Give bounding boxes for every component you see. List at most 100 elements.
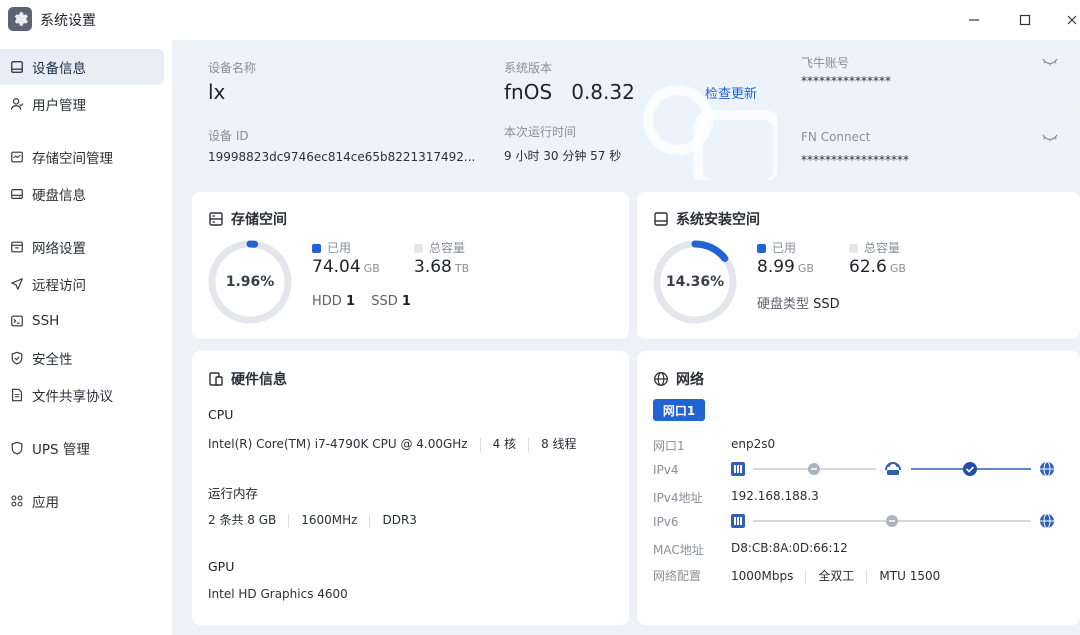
sidebar-item-label: 硬盘信息 — [32, 188, 86, 204]
system-disk-title: 系统安装空间 — [653, 209, 760, 229]
system-disk-type: 硬盘类型 SSD — [757, 297, 840, 312]
minimize-button[interactable] — [962, 8, 986, 32]
fn-connect-label: FN Connect — [801, 130, 871, 144]
eye-hidden-icon[interactable] — [1042, 133, 1058, 143]
gpu-label: GPU — [208, 559, 235, 574]
ipv6-label: IPv6 — [653, 515, 679, 529]
send-icon — [11, 278, 23, 290]
disk-icon — [11, 189, 23, 199]
device-name: lx — [208, 80, 226, 104]
shield-icon — [11, 351, 23, 365]
network-config-label: 网络配置 — [653, 569, 702, 583]
mac-label: MAC地址 — [653, 543, 704, 557]
storage-used-value: 74.04 GB — [312, 257, 380, 277]
sidebar-item-label: 远程访问 — [32, 278, 86, 294]
gpu-info: Intel HD Graphics 4600 — [208, 587, 348, 601]
sidebar-item-label: 设备信息 — [32, 61, 86, 77]
main-content: 设备名称 lx 设备 ID 19998823dc9746ec814ce65b82… — [172, 40, 1080, 635]
sidebar-item-device-info[interactable]: 设备信息 — [0, 49, 164, 85]
device-name-label: 设备名称 — [208, 61, 257, 75]
sidebar-item-label: SSH — [32, 313, 60, 329]
close-icon — [1067, 15, 1077, 25]
storage-title: 存储空间 — [208, 209, 287, 229]
devices-icon — [209, 372, 223, 386]
monitor-icon — [11, 61, 23, 73]
feiniu-account-label: 飞牛账号 — [801, 56, 850, 70]
fn-connect-value: ****************** — [801, 153, 909, 167]
apps-icon — [11, 495, 23, 507]
disk-icon — [654, 212, 668, 226]
system-version-label: 系统版本 — [504, 61, 553, 75]
storage-total-legend: 总容量 — [414, 239, 465, 256]
system-disk-used-legend: 已用 — [757, 239, 796, 256]
device-id: 19998823dc9746ec814ce65b8221317492... — [208, 150, 476, 164]
system-version: fnOS 0.8.32 — [504, 80, 635, 104]
eye-hidden-icon[interactable] — [1042, 57, 1058, 67]
sidebar: 设备信息 用户管理 存储空间管理 硬盘信息 网络设置 远程访问 SSH 安全性 … — [0, 40, 172, 635]
hardware-title-text: 硬件信息 — [231, 372, 287, 388]
gear-icon — [8, 7, 32, 31]
memory-label: 运行内存 — [208, 486, 259, 501]
sidebar-item-ssh[interactable]: SSH — [0, 303, 164, 339]
maximize-button[interactable] — [1013, 8, 1037, 32]
network-title: 网络 — [653, 369, 704, 389]
sidebar-item-label: 文件共享协议 — [32, 389, 113, 405]
storage-card: 存储空间 1.96% 已用 74.04 GB 总容量 3.68 TB HDD 1 S… — [192, 192, 629, 339]
fn-connect-card: FN Connect ****************** — [786, 115, 1080, 180]
system-disk-card: 系统安装空间 14.36% 已用 8.99 GB 总容量 62.6 GB 硬盘类型 … — [637, 192, 1080, 339]
maximize-icon — [1019, 14, 1031, 26]
storage-total-value: 3.68 TB — [414, 257, 470, 277]
minimize-icon — [969, 19, 979, 21]
storage-title-text: 存储空间 — [231, 212, 287, 228]
system-version-card: 系统版本 fnOS 0.8.32 检查更新 本次运行时间 9 小时 30 分钟 … — [488, 40, 777, 180]
system-disk-percent: 14.36% — [665, 274, 725, 290]
sidebar-item-label: UPS 管理 — [32, 442, 90, 458]
sidebar-item-users[interactable]: 用户管理 — [0, 86, 164, 122]
system-disk-total-legend: 总容量 — [849, 239, 900, 256]
mac-value: D8:CB:8A:0D:66:12 — [731, 541, 848, 555]
network-card: 网络 网口1 网口1 enp2s0 IPv4 IPv4地址 192.168.18… — [637, 351, 1080, 625]
close-button[interactable] — [1060, 8, 1080, 32]
sidebar-item-storage[interactable]: 存储空间管理 — [0, 139, 164, 175]
device-card: 设备名称 lx 设备 ID 19998823dc9746ec814ce65b82… — [192, 40, 481, 180]
sidebar-item-remote-access[interactable]: 远程访问 — [0, 266, 164, 302]
check-icon — [963, 462, 977, 476]
sidebar-item-apps[interactable]: 应用 — [0, 483, 164, 519]
sidebar-item-label: 用户管理 — [32, 98, 86, 114]
ipv6-topology — [731, 513, 1054, 529]
storage-icon — [11, 151, 23, 163]
port-label: 网口1 — [653, 439, 685, 453]
system-disk-used-value: 8.99 GB — [757, 257, 814, 277]
system-disk-total-value: 62.6 GB — [849, 257, 906, 277]
network-icon — [11, 241, 23, 253]
globe-icon — [654, 372, 668, 386]
ups-shield-icon — [11, 441, 23, 455]
tab-port1[interactable]: 网口1 — [653, 399, 705, 421]
sidebar-item-file-sharing[interactable]: 文件共享协议 — [0, 377, 164, 413]
network-config-value: 1000Mbps 全双工 MTU 1500 — [731, 569, 941, 584]
sidebar-item-network[interactable]: 网络设置 — [0, 229, 164, 265]
hardware-card: 硬件信息 CPU Intel(R) Core(TM) i7-4790K CPU … — [192, 351, 629, 625]
cpu-label: CPU — [208, 407, 234, 422]
ipv4-address-label: IPv4地址 — [653, 491, 703, 505]
storage-disk-counts: HDD 1 SSD 1 — [312, 294, 411, 309]
sidebar-item-label: 网络设置 — [32, 241, 86, 257]
feiniu-account-value: *************** — [801, 74, 891, 88]
feiniu-account-card: 飞牛账号 *************** — [786, 40, 1080, 105]
window-title: 系统设置 — [40, 13, 96, 29]
check-update-link[interactable]: 检查更新 — [705, 83, 757, 102]
storage-used-legend: 已用 — [312, 239, 351, 256]
storage-percent: 1.96% — [225, 274, 275, 290]
sidebar-item-security[interactable]: 安全性 — [0, 340, 164, 376]
sidebar-item-disk[interactable]: 硬盘信息 — [0, 176, 164, 212]
sidebar-item-ups[interactable]: UPS 管理 — [0, 430, 164, 466]
ipv4-label: IPv4 — [653, 463, 679, 477]
ipv4-topology — [731, 461, 1054, 477]
memory-info: 2 条共 8 GB 1600MHz DDR3 — [208, 513, 417, 528]
storage-icon — [209, 212, 223, 226]
title-bar: 系统设置 — [0, 0, 1080, 40]
device-id-label: 设备 ID — [208, 129, 249, 143]
ipv4-address-value: 192.168.188.3 — [731, 489, 819, 503]
user-icon — [10, 98, 24, 110]
sidebar-item-label: 安全性 — [32, 352, 73, 368]
